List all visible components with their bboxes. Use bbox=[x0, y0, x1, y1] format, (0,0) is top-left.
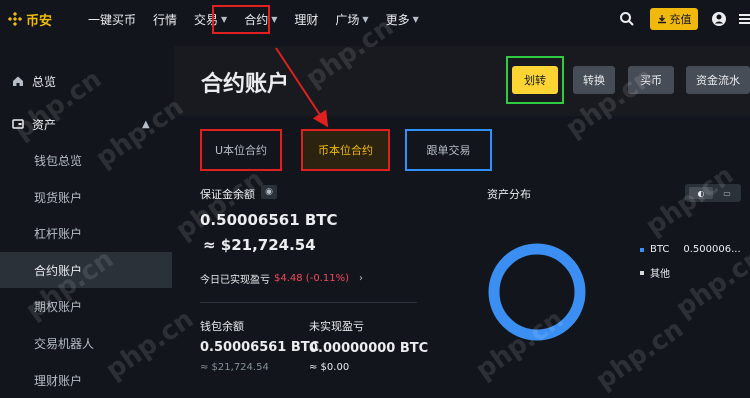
annotation-arrow bbox=[275, 47, 329, 128]
